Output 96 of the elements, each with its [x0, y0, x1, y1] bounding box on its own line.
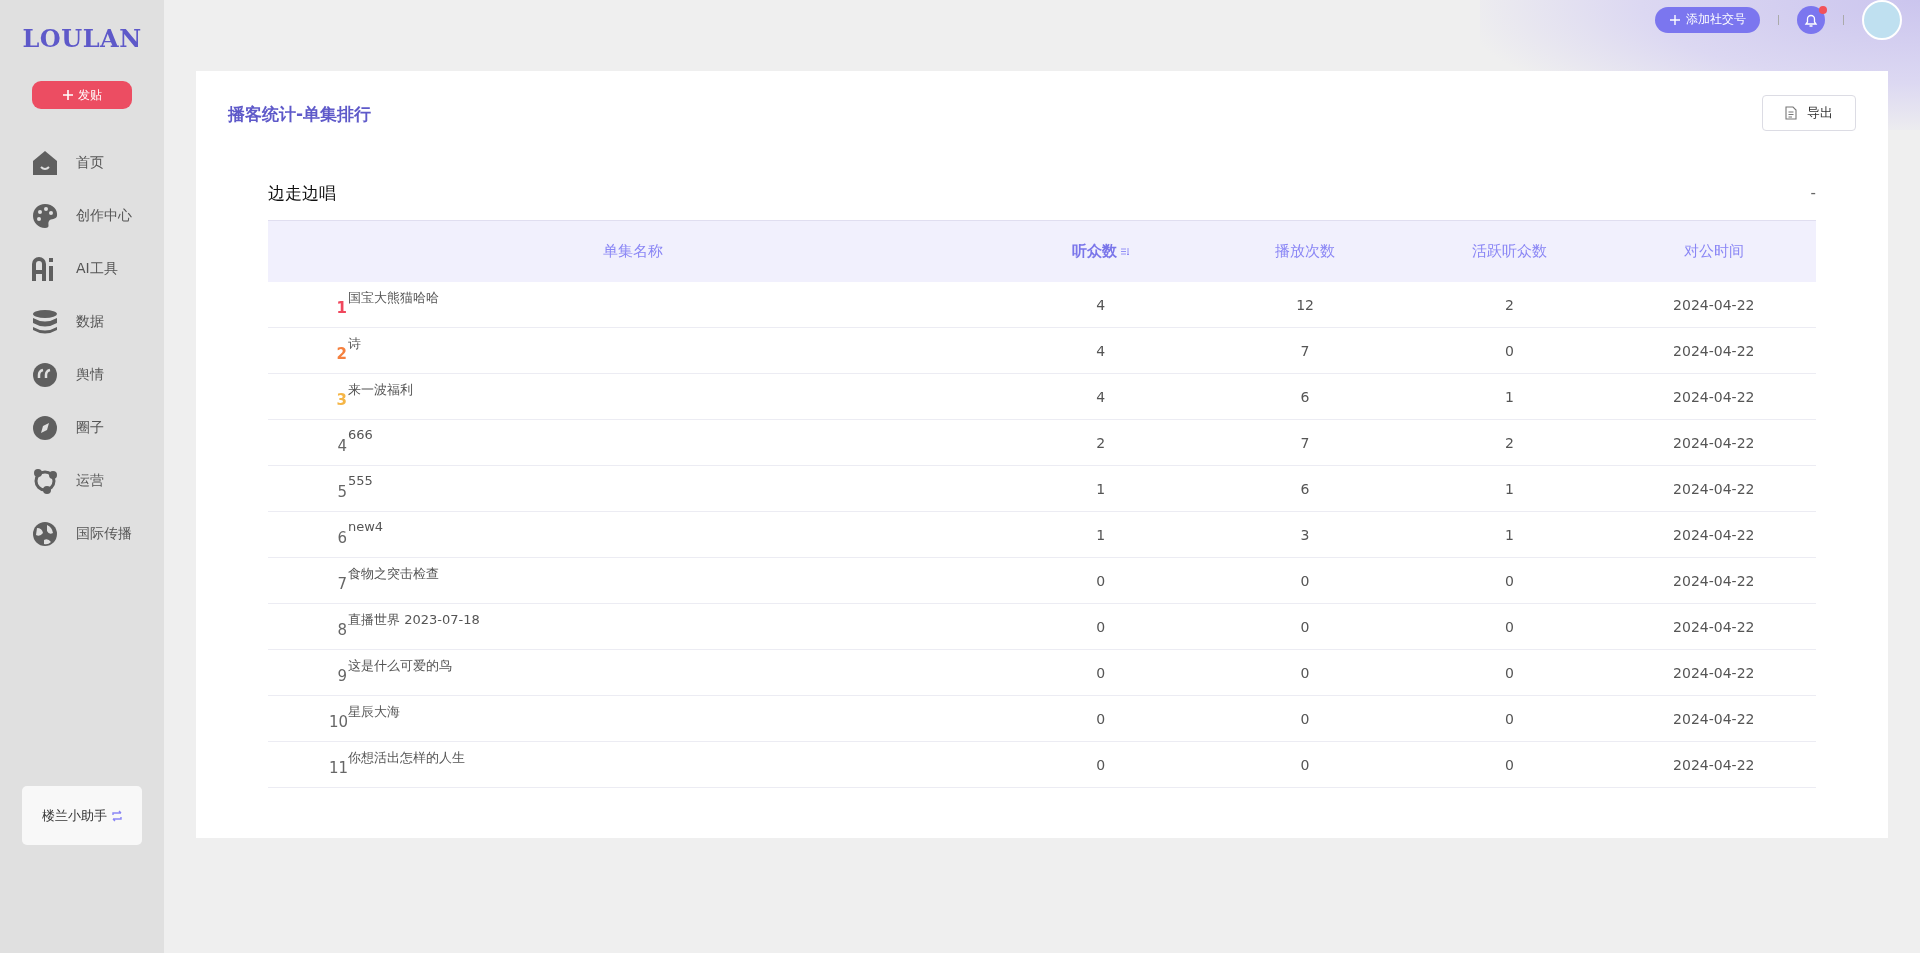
- nav-item[interactable]: 国际传播: [31, 520, 164, 548]
- table-cell: 2024-04-22: [1673, 618, 1755, 635]
- section-aside: -: [1810, 184, 1816, 202]
- table-cell: 2024-04-22: [1673, 756, 1755, 773]
- table-cell: 7: [1300, 434, 1310, 451]
- plus-icon: [62, 89, 74, 101]
- table-cell: 0: [1504, 618, 1514, 635]
- episode-name: 666: [348, 426, 373, 442]
- episode-name: 食物之突击检查: [348, 564, 439, 583]
- home-icon: [31, 149, 59, 177]
- add-account-button[interactable]: 添加社交号: [1655, 6, 1760, 33]
- episode-name: 国宝大熊猫哈哈: [348, 288, 439, 307]
- table-cell: 0: [1504, 710, 1514, 727]
- table-cell: 2: [1504, 434, 1514, 451]
- table-cell: 12: [1296, 296, 1314, 313]
- table-cell: 2024-04-22: [1673, 664, 1755, 681]
- page-title: 播客统计-单集排行: [228, 103, 372, 126]
- rank-number: 2: [335, 344, 347, 363]
- table-cell: 0: [1096, 710, 1106, 727]
- table-cell: 2: [1096, 434, 1106, 451]
- table-cell: 2024-04-22: [1673, 434, 1755, 451]
- table-cell: 2024-04-22: [1673, 480, 1755, 497]
- table-cell: 1: [1096, 526, 1106, 543]
- export-button[interactable]: 导出: [1762, 95, 1856, 131]
- rank-number: 3: [335, 390, 347, 409]
- table-cell: 0: [1096, 572, 1106, 589]
- palette-icon: [31, 202, 59, 230]
- table-cell: 0: [1504, 342, 1514, 359]
- table-cell: 1: [1096, 480, 1106, 497]
- episode-name: 来一波福利: [348, 380, 413, 399]
- logo: LOULAN: [22, 24, 142, 53]
- table-cell: 6: [1300, 480, 1310, 497]
- table-cell: 3: [1300, 526, 1310, 543]
- nav-item[interactable]: AI工具: [31, 255, 164, 283]
- rank-number: 4: [336, 436, 347, 455]
- network-icon: [31, 467, 59, 495]
- table-cell: 1: [1504, 388, 1514, 405]
- table-cell: 0: [1300, 756, 1310, 773]
- table-cell: 2024-04-22: [1673, 388, 1755, 405]
- table-cell: 1: [1504, 480, 1514, 497]
- globe-icon: [31, 520, 59, 548]
- plus-icon: [1669, 13, 1681, 26]
- rank-number: 11: [329, 758, 347, 777]
- table-cell: 7: [1300, 342, 1310, 359]
- rank-number: 8: [336, 620, 347, 639]
- rank-number: 1: [335, 298, 347, 317]
- nav-item[interactable]: 创作中心: [31, 202, 164, 230]
- table-cell: 0: [1504, 756, 1514, 773]
- nav-item[interactable]: 圈子: [31, 414, 164, 442]
- rank-number: 7: [336, 574, 347, 593]
- table-cell: 2024-04-22: [1673, 296, 1755, 313]
- nav-item[interactable]: 首页: [31, 149, 164, 177]
- episode-name: 555: [348, 472, 373, 488]
- sort-icon: [1120, 247, 1130, 256]
- quote-icon: [31, 361, 59, 389]
- episode-name: 直播世界 2023-07-18: [348, 610, 480, 629]
- table-cell: 0: [1300, 664, 1310, 681]
- table-cell: 0: [1504, 664, 1514, 681]
- table-cell: 0: [1096, 664, 1106, 681]
- table-cell: 4: [1096, 342, 1106, 359]
- episode-name: 星辰大海: [348, 702, 400, 719]
- table-cell: 2024-04-22: [1673, 526, 1755, 543]
- episode-name: new4: [348, 518, 384, 534]
- table-cell: 4: [1096, 296, 1106, 313]
- episode-name: 诗: [348, 334, 361, 353]
- swap-icon: [110, 809, 123, 822]
- database-icon: [31, 308, 59, 336]
- table-cell: 2: [1504, 296, 1514, 313]
- rank-number: 6: [336, 528, 347, 547]
- rank-number: 9: [336, 666, 347, 685]
- table-cell: 4: [1096, 388, 1106, 405]
- rank-number: 10: [329, 712, 347, 731]
- table-cell: 0: [1504, 572, 1514, 589]
- section-title: 边走边唱: [268, 181, 336, 205]
- nav-item[interactable]: 运营: [31, 467, 164, 495]
- table-cell: 0: [1096, 618, 1106, 635]
- post-button[interactable]: 发贴: [32, 81, 132, 109]
- notification-button[interactable]: [1797, 5, 1825, 34]
- table-cell: 1: [1504, 526, 1514, 543]
- compass-icon: [31, 414, 59, 442]
- nav-item[interactable]: 舆情: [31, 361, 164, 389]
- nav-item[interactable]: 数据: [31, 308, 164, 336]
- episode-name: 你想活出怎样的人生: [348, 748, 465, 767]
- table-cell: 0: [1096, 756, 1106, 773]
- table-cell: 2024-04-22: [1673, 342, 1755, 359]
- table-cell: 2024-04-22: [1673, 572, 1755, 589]
- table-cell: 6: [1300, 388, 1310, 405]
- document-icon: [1785, 106, 1797, 120]
- column-header[interactable]: 听众数: [998, 220, 1203, 282]
- assistant-button[interactable]: 楼兰小助手: [22, 786, 142, 845]
- episode-name: 这是什么可爱的鸟: [348, 656, 452, 675]
- table-cell: 2024-04-22: [1673, 710, 1755, 727]
- table-cell: 0: [1300, 710, 1310, 727]
- table-cell: 0: [1300, 572, 1310, 589]
- rank-number: 5: [336, 482, 347, 501]
- table-cell: 0: [1300, 618, 1310, 635]
